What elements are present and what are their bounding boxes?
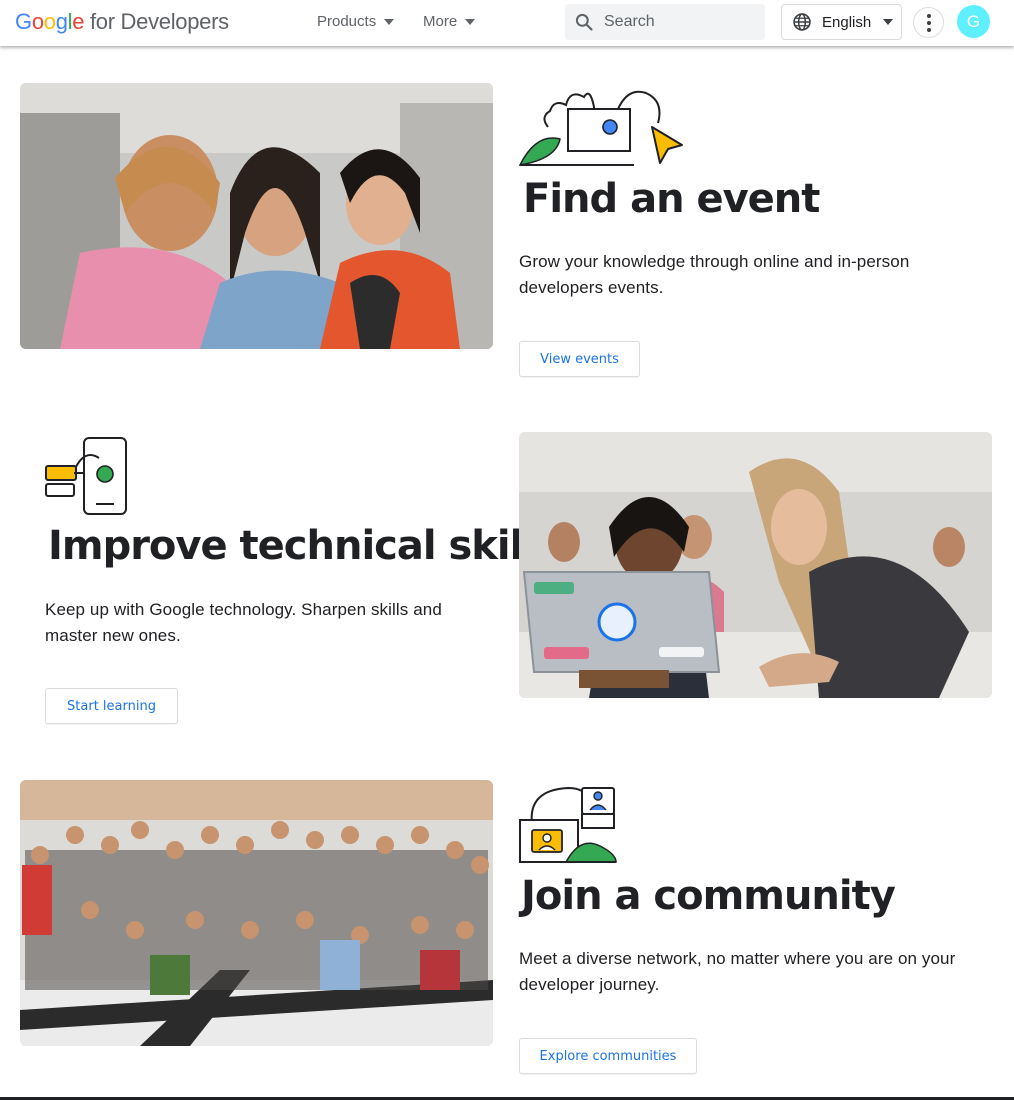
top-app-bar: Google for Developers Products More Engl… xyxy=(0,0,1014,46)
language-label: English xyxy=(822,13,872,31)
event-photo xyxy=(20,83,493,349)
phone-toggle-illustration xyxy=(45,437,127,515)
chevron-down-icon xyxy=(883,19,894,25)
start-learning-button[interactable]: Start learning xyxy=(45,688,178,724)
globe-icon xyxy=(793,13,811,31)
explore-communities-button[interactable]: Explore communities xyxy=(519,1038,697,1074)
search-icon xyxy=(575,13,593,31)
video-call-illustration xyxy=(519,786,617,863)
calendar-cursor-illustration xyxy=(518,90,683,166)
section-description-improve-skills: Keep up with Google technology. Sharpen … xyxy=(45,600,442,645)
section-description-join-community: Meet a diverse network, no matter where … xyxy=(519,949,956,994)
more-options-button[interactable] xyxy=(913,7,944,38)
chevron-down-icon xyxy=(384,18,395,25)
google-for-developers-logo[interactable]: Google for Developers xyxy=(15,9,229,35)
section-title-find-event: Find an event xyxy=(523,176,820,222)
section-description-find-event: Grow your knowledge through online and i… xyxy=(519,252,910,297)
more-vert-icon xyxy=(926,13,931,18)
search-input[interactable] xyxy=(604,13,754,31)
account-avatar[interactable]: G xyxy=(957,5,990,38)
nav-products-menu[interactable]: Products xyxy=(317,13,395,30)
section-title-join-community: Join a community xyxy=(521,873,896,919)
nav-more-label: More xyxy=(423,13,458,30)
search-box[interactable] xyxy=(565,4,765,40)
workshop-photo xyxy=(519,432,992,698)
nav-more-menu[interactable]: More xyxy=(423,13,476,30)
section-title-improve-skills: Improve technical skills xyxy=(48,523,559,569)
community-group-photo xyxy=(20,780,493,1046)
chevron-down-icon xyxy=(465,18,476,25)
language-selector[interactable]: English xyxy=(781,4,902,40)
nav-products-label: Products xyxy=(317,13,377,30)
view-events-button[interactable]: View events xyxy=(519,341,640,377)
